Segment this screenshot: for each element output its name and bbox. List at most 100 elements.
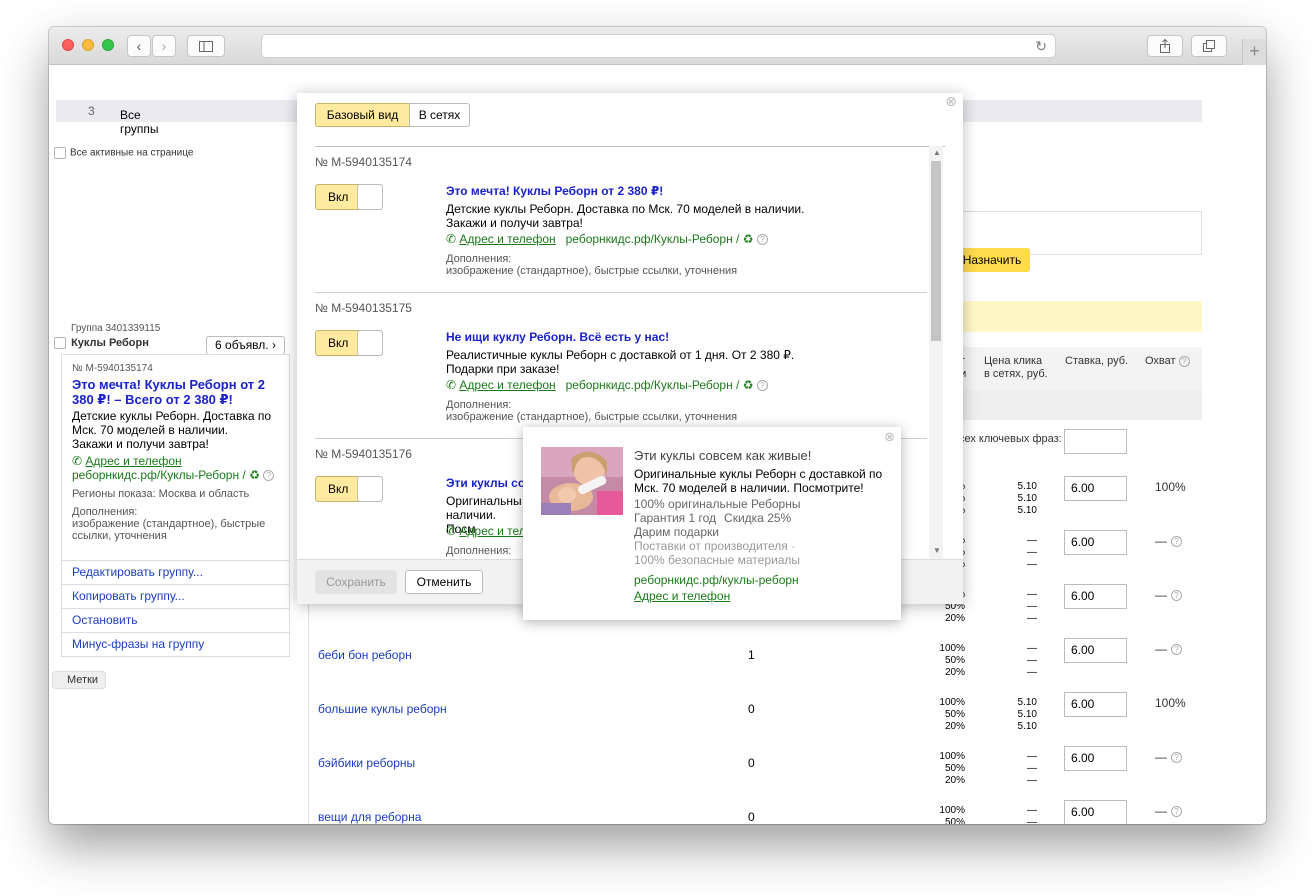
- reach-value: —?: [1155, 534, 1182, 548]
- tab-basic-view[interactable]: Базовый вид: [315, 103, 410, 127]
- all-keywords-label: сех ключевых фраз:: [959, 433, 1062, 445]
- ad-title[interactable]: Не ищи куклу Реборн. Всё есть у нас!: [446, 330, 669, 344]
- coverage-value: 20%: [944, 613, 965, 624]
- close-icon[interactable]: ⊗: [945, 93, 957, 110]
- zoom-window-button[interactable]: [102, 39, 114, 51]
- extensions-label: Дополнения:: [446, 253, 512, 265]
- keyword-link[interactable]: большие куклы реборн: [318, 702, 447, 716]
- share-button[interactable]: [1147, 35, 1183, 57]
- header-reach-label: Охват: [1145, 355, 1176, 367]
- close-icon[interactable]: ⊗: [884, 429, 895, 445]
- bid-input[interactable]: 6.00: [1064, 638, 1127, 663]
- price-value: —: [1027, 763, 1037, 774]
- scrollbar-thumb[interactable]: [931, 161, 941, 341]
- ad-number: № M-5940135174: [315, 155, 412, 169]
- edit-group-link[interactable]: Редактировать группу...: [62, 560, 289, 584]
- ad-links: ✆ Адрес и телефон реборнкидс.рф/Куклы-Реб…: [446, 378, 768, 392]
- ad-toggle[interactable]: Вкл: [315, 476, 383, 502]
- help-icon[interactable]: ?: [1171, 536, 1182, 548]
- close-window-button[interactable]: [62, 39, 74, 51]
- price-value: 5.10: [1017, 709, 1037, 720]
- address-bar[interactable]: ↻: [261, 34, 1056, 58]
- ad-toggle[interactable]: Вкл: [315, 330, 383, 356]
- preview-feature: Поставки от производителя ·: [634, 539, 796, 553]
- extensions-value: изображение (стандартное), быстрые ссылк…: [446, 265, 738, 277]
- bid-input[interactable]: 6.00: [1064, 584, 1127, 609]
- bid-input[interactable]: 6.00: [1064, 800, 1127, 824]
- ad-title[interactable]: Эти куклы со: [446, 476, 525, 490]
- minimize-window-button[interactable]: [82, 39, 94, 51]
- tabs-overview-button[interactable]: [1191, 35, 1227, 57]
- display-url[interactable]: реборнкидс.рф/Куклы-Реборн /: [566, 232, 740, 246]
- ad-toggle[interactable]: Вкл: [315, 184, 383, 210]
- price-value: —: [1027, 547, 1037, 558]
- help-icon[interactable]: ?: [756, 234, 768, 246]
- network-price: ———: [1011, 751, 1037, 787]
- assign-button[interactable]: Назначить: [954, 248, 1030, 272]
- back-button[interactable]: ‹: [127, 35, 151, 57]
- tags-button[interactable]: Метки: [52, 671, 106, 689]
- reach-text: —: [1155, 804, 1167, 818]
- header-bid: Ставка, руб.: [1065, 355, 1129, 367]
- keyword-link[interactable]: беби бон реборн: [318, 648, 412, 662]
- all-groups-label: Все группы 3: [88, 104, 159, 136]
- help-icon[interactable]: ?: [1171, 752, 1182, 764]
- preview-title[interactable]: Эти куклы совсем как живые!: [634, 448, 811, 463]
- ad-title[interactable]: Это мечта! Куклы Реборн от 2 380 ₽! – Вс…: [72, 377, 272, 407]
- help-icon[interactable]: ?: [1171, 590, 1182, 602]
- reach-value: 100%: [1155, 696, 1186, 710]
- ad-address-row: ✆ Адрес и телефон: [72, 454, 182, 468]
- cancel-button[interactable]: Отменить: [405, 570, 483, 594]
- preview-url[interactable]: реборнкидс.рф/куклы-реборн: [634, 573, 799, 587]
- bid-input[interactable]: 6.00: [1064, 746, 1127, 771]
- display-url[interactable]: реборнкидс.рф/Куклы-Реборн /: [566, 378, 740, 392]
- ad-title[interactable]: Это мечта! Куклы Реборн от 2 380 ₽!: [446, 184, 663, 198]
- help-icon[interactable]: ?: [1171, 806, 1182, 818]
- display-url[interactable]: реборнкидс.рф/Куклы-Реборн /: [72, 468, 246, 482]
- address-link[interactable]: Адрес и теле: [459, 524, 532, 538]
- help-icon[interactable]: ?: [263, 470, 275, 482]
- ad-number: № M-5940135176: [315, 447, 412, 461]
- price-value: 5.10: [1017, 493, 1037, 504]
- bid-input[interactable]: 6.00: [1064, 692, 1127, 717]
- help-icon[interactable]: ?: [1171, 644, 1182, 656]
- ad-image: [541, 447, 623, 515]
- scroll-up-icon[interactable]: ▲: [933, 148, 941, 157]
- all-active-checkbox[interactable]: [54, 147, 66, 159]
- help-icon[interactable]: ?: [1178, 355, 1190, 367]
- network-price: ———: [1011, 805, 1037, 824]
- address-link[interactable]: Адрес и телефон: [459, 232, 555, 246]
- group-checkbox[interactable]: [54, 337, 66, 350]
- keyword-count: 0: [748, 810, 755, 824]
- new-tab-button[interactable]: +: [1242, 39, 1266, 65]
- forward-button[interactable]: ›: [152, 35, 176, 57]
- coverage-value: 50%: [944, 763, 965, 774]
- reach-text: —: [1155, 534, 1167, 548]
- reach-value: —?: [1155, 750, 1182, 764]
- copy-group-link[interactable]: Копировать группу...: [62, 584, 289, 608]
- reload-icon[interactable]: ↻: [1035, 38, 1047, 55]
- ads-count-button[interactable]: 6 объявл. ›: [206, 336, 285, 355]
- browser-window: ‹ › ↻ + Все группы 3 Все активные на стр…: [49, 27, 1266, 824]
- all-groups-text: Все группы: [120, 108, 159, 136]
- help-icon[interactable]: ?: [756, 380, 768, 392]
- tab-networks[interactable]: В сетях: [409, 103, 470, 127]
- bid-input[interactable]: 6.00: [1064, 530, 1127, 555]
- group-card: № M-5940135174 Это мечта! Куклы Реборн о…: [61, 354, 290, 657]
- minus-phrases-link[interactable]: Минус-фразы на группу: [62, 632, 289, 656]
- toggle-knob: [357, 184, 383, 210]
- address-link[interactable]: Адрес и телефон: [459, 378, 555, 392]
- preview-address-link[interactable]: Адрес и телефон: [634, 589, 730, 603]
- reach-text: —: [1155, 642, 1167, 656]
- sidebar-toggle-button[interactable]: [187, 35, 225, 57]
- save-button[interactable]: Сохранить: [315, 570, 397, 594]
- address-link[interactable]: Адрес и телефон: [85, 454, 181, 468]
- scroll-down-icon[interactable]: ▼: [933, 546, 941, 555]
- group-id: Группа 3401339115: [71, 323, 161, 334]
- chevron-right-icon: ›: [161, 38, 167, 54]
- keyword-link[interactable]: бэйбики реборны: [318, 756, 415, 770]
- all-keywords-bid-input[interactable]: [1064, 429, 1127, 454]
- bid-input[interactable]: 6.00: [1064, 476, 1127, 501]
- keyword-link[interactable]: вещи для реборна: [318, 810, 421, 824]
- stop-link[interactable]: Остановить: [62, 608, 289, 632]
